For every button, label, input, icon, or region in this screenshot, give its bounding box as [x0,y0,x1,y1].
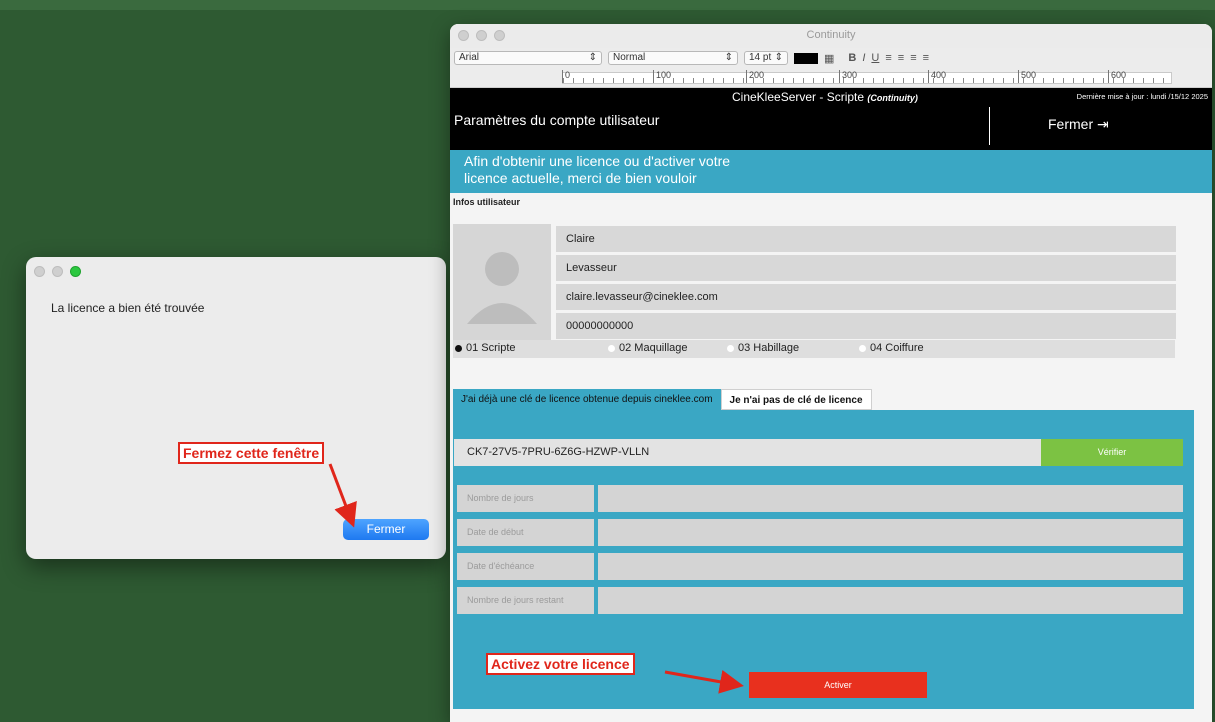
server-title: CineKleeServer - Scripte (Continuity) [732,90,918,104]
last-name-field[interactable]: Levasseur [556,255,1176,281]
info-banner: Afin d'obtenir une licence ou d'activer … [450,150,1212,193]
size-select[interactable]: 14 pt ⇕ [744,51,788,65]
underline-button[interactable]: U [871,52,879,64]
ruler-mark: 0 [562,70,570,83]
background-color-icon[interactable]: ▦ [824,52,834,65]
field-label: Date de début [457,519,594,546]
last-update: Dernière mise à jour : lundi /15/12 2025 [1076,92,1208,101]
window-controls [34,266,81,277]
user-silhouette-icon [467,252,537,324]
start-date-field[interactable] [598,519,1183,546]
radio-empty-icon [727,344,734,352]
app-header: CineKleeServer - Scripte (Continuity) De… [450,88,1212,150]
window-titlebar: Continuity [450,24,1212,48]
minimize-window-dot[interactable] [52,266,63,277]
ruler-mark: 100 [653,70,671,83]
tab-have-key[interactable]: J'ai déjà une clé de licence obtenue dep… [453,389,721,410]
header-close-label: Fermer [1048,116,1094,132]
close-window-dot[interactable] [34,266,45,277]
style-select[interactable]: Normal ⇕ [608,51,738,65]
role-label: 04 Coiffure [870,342,924,354]
radio-empty-icon [608,344,615,352]
banner-line-2: licence actuelle, merci de bien vouloir [464,170,697,186]
select-arrows-icon: ⇕ [774,52,783,63]
email-field[interactable]: claire.levasseur@cineklee.com [556,284,1176,310]
desktop-menubar [0,0,1215,10]
format-toolbar: Arial ⇕ Normal ⇕ 14 pt ⇕ ▦ B I U ≡ ≡ ≡ ≡ [450,48,1212,68]
server-subtitle: (Continuity) [867,93,918,103]
ruler-mark: 400 [928,70,946,83]
font-select[interactable]: Arial ⇕ [454,51,602,65]
role-label: 03 Habillage [738,342,800,354]
days-count-field[interactable] [598,485,1183,512]
role-radio-coiffure[interactable]: 04 Coiffure [859,342,924,354]
size-select-value: 14 pt [749,52,772,63]
style-select-value: Normal [613,52,646,63]
italic-button[interactable]: I [862,52,865,64]
page-title: Paramètres du compte utilisateur [454,112,660,128]
license-key-input[interactable]: CK7-27V5-7PRU-6Z6G-HZWP-VLLN Vérifier [454,439,1183,466]
role-label: 01 Scripte [466,342,516,354]
role-radio-maquillage[interactable]: 02 Maquillage [608,342,688,354]
role-label: 02 Maquillage [619,342,688,354]
zoom-window-dot[interactable] [70,266,81,277]
select-arrows-icon: ⇕ [588,52,597,63]
license-tabs: J'ai déjà une clé de licence obtenue dep… [453,389,872,410]
role-radio-habillage[interactable]: 03 Habillage [727,342,799,354]
radio-selected-icon [455,344,462,352]
field-label: Nombre de jours restant [457,587,594,614]
close-hint-annotation: Fermez cette fenêtre [178,442,325,464]
activate-button[interactable]: Activer [749,672,927,698]
align-center-icon[interactable]: ≡ [898,52,904,64]
activate-hint-annotation: Activez votre licence [486,653,635,675]
license-key-value: CK7-27V5-7PRU-6Z6G-HZWP-VLLN [467,446,650,458]
phone-field[interactable]: 00000000000 [556,313,1176,339]
days-remaining-field[interactable] [598,587,1183,614]
role-radio-scripte[interactable]: 01 Scripte [455,342,516,354]
ruler-mark: 600 [1108,70,1126,83]
field-label: Nombre de jours [457,485,594,512]
ruler: 0 100 200 300 400 500 600 [450,68,1212,88]
dialog-message: La licence a bien été trouvée [51,301,205,315]
dialog-close-button[interactable]: Fermer [343,519,429,540]
verify-button[interactable]: Vérifier [1041,439,1183,466]
radio-empty-icon [859,344,866,352]
align-right-icon[interactable]: ≡ [910,52,916,64]
header-divider [989,107,990,145]
text-color-swatch[interactable] [794,52,818,64]
banner-line-1: Afin d'obtenir une licence ou d'activer … [464,153,731,169]
ruler-mark: 200 [746,70,764,83]
license-found-dialog: La licence a bien été trouvée Fermer [26,257,446,559]
font-select-value: Arial [459,52,480,63]
bold-button[interactable]: B [848,52,856,64]
select-arrows-icon: ⇕ [724,52,733,63]
tab-no-key[interactable]: Je n'ai pas de clé de licence [720,389,872,410]
first-name-field[interactable]: Claire [556,226,1176,252]
align-left-icon[interactable]: ≡ [885,52,891,64]
role-radio-group: 01 Scripte 02 Maquillage 03 Habillage 04… [453,340,1175,358]
server-name: CineKleeServer - Scripte [732,90,865,104]
ruler-mark: 300 [839,70,857,83]
exit-icon: ⇥ [1097,116,1109,132]
ruler-mark: 500 [1018,70,1036,83]
window-title: Continuity [806,29,856,41]
align-justify-icon[interactable]: ≡ [923,52,929,64]
expiry-date-field[interactable] [598,553,1183,580]
avatar[interactable] [453,224,551,341]
user-section-title: Infos utilisateur [453,197,521,207]
field-label: Date d'échéance [457,553,594,580]
header-close-button[interactable]: Fermer ⇥ [1048,116,1109,133]
